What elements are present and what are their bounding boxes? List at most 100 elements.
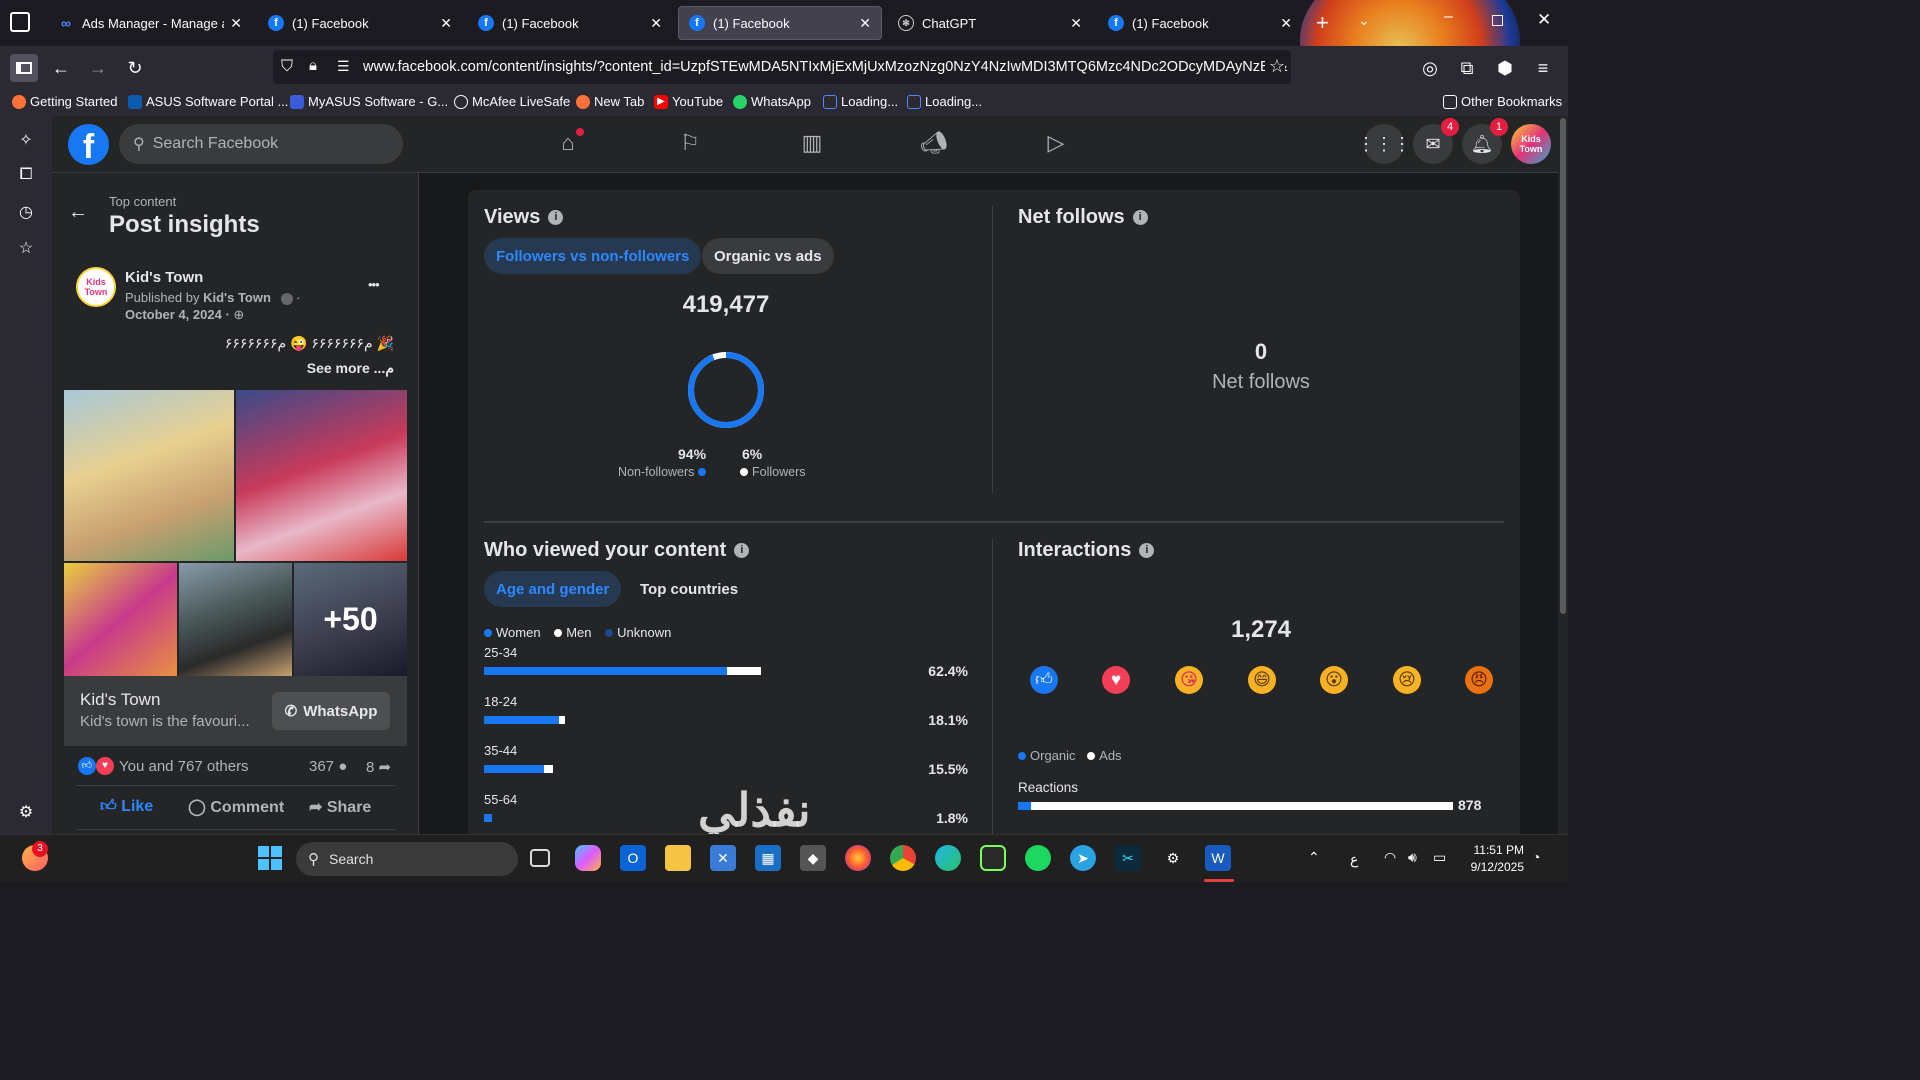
bookmark-new-tab[interactable]: New Tab xyxy=(576,94,644,109)
file-explorer-icon[interactable] xyxy=(665,845,691,871)
messenger-button[interactable]: ✉ 4 xyxy=(1413,118,1459,164)
lock-icon[interactable]: 🔒︎ xyxy=(309,57,317,74)
like-button[interactable]: 👍︎ Like xyxy=(100,797,153,816)
forward-icon[interactable]: → xyxy=(84,54,112,82)
whatsapp-button[interactable]: ✆ WhatsApp xyxy=(272,692,390,730)
firefox-icon[interactable] xyxy=(845,845,871,871)
battery-icon[interactable]: ▭ xyxy=(1433,849,1446,866)
new-tab-icon[interactable]: + xyxy=(1316,10,1329,36)
back-icon[interactable]: ← xyxy=(47,54,75,82)
more-options-icon[interactable]: ••• xyxy=(368,277,380,292)
search-input[interactable]: ⚲ Search Facebook xyxy=(119,124,403,164)
bookmark-loading-1[interactable]: Loading... xyxy=(823,94,898,109)
back-arrow-icon[interactable]: ← xyxy=(68,201,88,224)
tab-chatgpt[interactable]: ✻ ChatGPT ✕ xyxy=(888,6,1092,40)
scrollbar-thumb[interactable] xyxy=(1560,118,1566,614)
bookmark-whatsapp[interactable]: WhatsApp xyxy=(733,94,811,109)
copilot-icon[interactable] xyxy=(575,845,601,871)
ad-center-icon[interactable]: 📣︎ xyxy=(920,130,948,158)
tab-top-countries[interactable]: Top countries xyxy=(628,571,750,607)
chevron-up-icon[interactable]: ⌃ xyxy=(1308,849,1320,866)
comment-button[interactable]: ◯ Comment xyxy=(188,797,284,817)
shield-icon[interactable]: ⛉ xyxy=(281,58,293,76)
close-window-icon[interactable]: ✕ xyxy=(1537,10,1551,30)
pages-flag-icon[interactable]: ⚐ xyxy=(676,130,704,158)
close-tab-icon[interactable]: ✕ xyxy=(440,15,452,32)
telegram-icon[interactable]: ➤ xyxy=(1070,845,1096,871)
app-icon[interactable]: ✕ xyxy=(710,845,736,871)
tab-ads-manager[interactable]: ∞ Ads Manager - Manage ads ✕ xyxy=(48,6,252,40)
tab-facebook-3[interactable]: f (1) Facebook ✕ xyxy=(1098,6,1302,40)
sidebar-toggle-icon[interactable] xyxy=(10,54,38,82)
bookmark-star-icon[interactable]: ☆ xyxy=(1264,56,1285,77)
word-icon[interactable]: W xyxy=(1205,845,1231,871)
link-preview[interactable]: Kid's Town Kid's town is the favouri... … xyxy=(64,676,407,746)
home-icon[interactable]: ⌂ xyxy=(554,128,584,158)
video-icon[interactable]: ▷ xyxy=(1042,130,1070,158)
tab-organic-vs-ads[interactable]: Organic vs ads xyxy=(702,238,834,274)
other-bookmarks[interactable]: Other Bookmarks xyxy=(1443,94,1562,109)
chevron-down-icon[interactable]: ⌄ xyxy=(1358,12,1370,29)
windows-start-icon[interactable] xyxy=(257,845,283,871)
tab-followers-vs-non-followers[interactable]: Followers vs non-followers xyxy=(484,238,702,274)
close-tab-icon[interactable]: ✕ xyxy=(859,15,871,32)
bookmark-youtube[interactable]: ▶ YouTube xyxy=(654,94,723,109)
tab-facebook-2[interactable]: f (1) Facebook ✕ xyxy=(468,6,672,40)
post-photo-3[interactable] xyxy=(64,563,177,676)
page-avatar[interactable]: Kids Town xyxy=(76,267,116,307)
close-tab-icon[interactable]: ✕ xyxy=(230,15,242,32)
task-view-icon[interactable] xyxy=(530,849,550,867)
extensions-icon[interactable]: ⧉ xyxy=(1453,54,1481,82)
clock-time[interactable]: 11:51 PM xyxy=(1470,843,1524,857)
account-icon[interactable]: ◎ xyxy=(1416,54,1444,82)
settings-icon[interactable]: ⚙ xyxy=(1160,845,1186,871)
settings-icon[interactable]: ⚙ xyxy=(16,802,36,822)
post-photo-1[interactable] xyxy=(64,390,234,561)
reactions-summary[interactable]: You and 767 others xyxy=(119,758,249,775)
post-photo-4[interactable] xyxy=(179,563,292,676)
volume-icon[interactable]: 🔊︎ xyxy=(1408,849,1417,866)
post-photo-2[interactable] xyxy=(236,390,407,561)
facebook-logo[interactable]: f xyxy=(68,124,109,166)
store-icon[interactable]: ▦ xyxy=(755,845,781,871)
menu-grid-button[interactable]: ⋮⋮⋮ xyxy=(1357,124,1411,164)
minimize-icon[interactable]: – xyxy=(1444,8,1453,26)
info-icon[interactable]: i xyxy=(1132,210,1148,226)
see-more-link[interactable]: See more ...م xyxy=(307,360,394,377)
synced-tabs-icon[interactable]: ⧠ xyxy=(16,166,36,186)
bookmark-loading-2[interactable]: Loading... xyxy=(907,94,982,109)
bookmark-myasus[interactable]: MyASUS Software - G... xyxy=(290,94,448,109)
reload-icon[interactable]: ↻ xyxy=(121,54,149,82)
bookmark-asus-portal[interactable]: ASUS Software Portal ... xyxy=(128,94,288,109)
tab-facebook-active[interactable]: f (1) Facebook ✕ xyxy=(678,6,882,40)
spotify-icon[interactable] xyxy=(1025,845,1051,871)
vpn-icon[interactable]: ⬢ xyxy=(1491,54,1519,82)
url-text[interactable]: www.facebook.com/content/insights/?conte… xyxy=(363,59,1287,75)
clock-date[interactable]: 9/12/2025 xyxy=(1464,860,1524,874)
outlook-icon[interactable]: O xyxy=(620,845,646,871)
edge-icon[interactable] xyxy=(935,845,961,871)
app-icon[interactable]: ◆ xyxy=(800,845,826,871)
info-icon[interactable]: i xyxy=(734,543,750,559)
close-tab-icon[interactable]: ✕ xyxy=(1280,15,1292,32)
comments-count[interactable]: 367 ● xyxy=(309,758,347,775)
permissions-icon[interactable]: ☰ xyxy=(337,58,350,75)
post-author[interactable]: Kid's Town xyxy=(125,269,203,286)
profile-avatar[interactable]: Kids Town xyxy=(1511,124,1551,164)
capcut-icon[interactable]: ✂ xyxy=(1115,845,1141,871)
bookmark-mcafee[interactable]: McAfee LiveSafe xyxy=(454,94,570,109)
chrome-icon[interactable] xyxy=(890,845,916,871)
notifications-button[interactable]: 🔔︎ 1 xyxy=(1462,118,1508,164)
app-icon[interactable] xyxy=(980,845,1006,871)
close-tab-icon[interactable]: ✕ xyxy=(650,15,662,32)
page-scrollbar[interactable] xyxy=(1558,116,1568,834)
tab-facebook-1[interactable]: f (1) Facebook ✕ xyxy=(258,6,462,40)
menu-icon[interactable]: ≡ xyxy=(1529,54,1557,82)
close-tab-icon[interactable]: ✕ xyxy=(1070,15,1082,32)
bookmark-getting-started[interactable]: Getting Started xyxy=(12,94,117,109)
post-date[interactable]: October 4, 2024 · xyxy=(125,307,230,322)
info-icon[interactable]: i xyxy=(548,210,564,226)
tab-age-and-gender[interactable]: Age and gender xyxy=(484,571,622,607)
notification-center-icon[interactable]: ◔ xyxy=(1532,849,1540,865)
tab-list-icon[interactable] xyxy=(10,12,30,32)
